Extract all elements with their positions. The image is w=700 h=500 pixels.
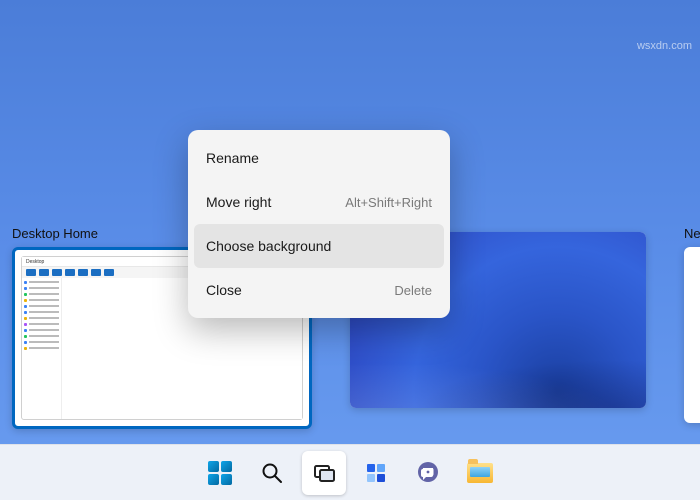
menu-hint: Delete: [394, 283, 432, 298]
menu-item-move-right[interactable]: Move right Alt+Shift+Right: [194, 180, 444, 224]
menu-label: Rename: [206, 150, 259, 166]
desktop-card-new: New: [684, 226, 700, 429]
desktop-context-menu: Rename Move right Alt+Shift+Right Choose…: [188, 130, 450, 318]
desktop-label: New: [684, 226, 700, 241]
menu-item-close[interactable]: Close Delete: [194, 268, 444, 312]
widgets-button[interactable]: [354, 451, 398, 495]
search-button[interactable]: [250, 451, 294, 495]
menu-label: Move right: [206, 194, 271, 210]
task-view-button[interactable]: [302, 451, 346, 495]
chat-icon: [415, 460, 441, 486]
menu-item-rename[interactable]: Rename: [194, 136, 444, 180]
menu-label: Choose background: [206, 238, 331, 254]
task-view-icon: [312, 461, 336, 485]
menu-hint: Alt+Shift+Right: [345, 195, 432, 210]
watermark-text: wsxdn.com: [637, 40, 692, 52]
start-icon: [208, 461, 232, 485]
file-explorer-icon: [467, 463, 493, 483]
taskbar: [0, 444, 700, 500]
desktop-thumbnail-new[interactable]: [684, 247, 700, 423]
menu-item-choose-background[interactable]: Choose background: [194, 224, 444, 268]
search-icon: [260, 461, 284, 485]
chat-button[interactable]: [406, 451, 450, 495]
menu-label: Close: [206, 282, 242, 298]
widgets-icon: [364, 461, 388, 485]
file-explorer-button[interactable]: [458, 451, 502, 495]
start-button[interactable]: [198, 451, 242, 495]
